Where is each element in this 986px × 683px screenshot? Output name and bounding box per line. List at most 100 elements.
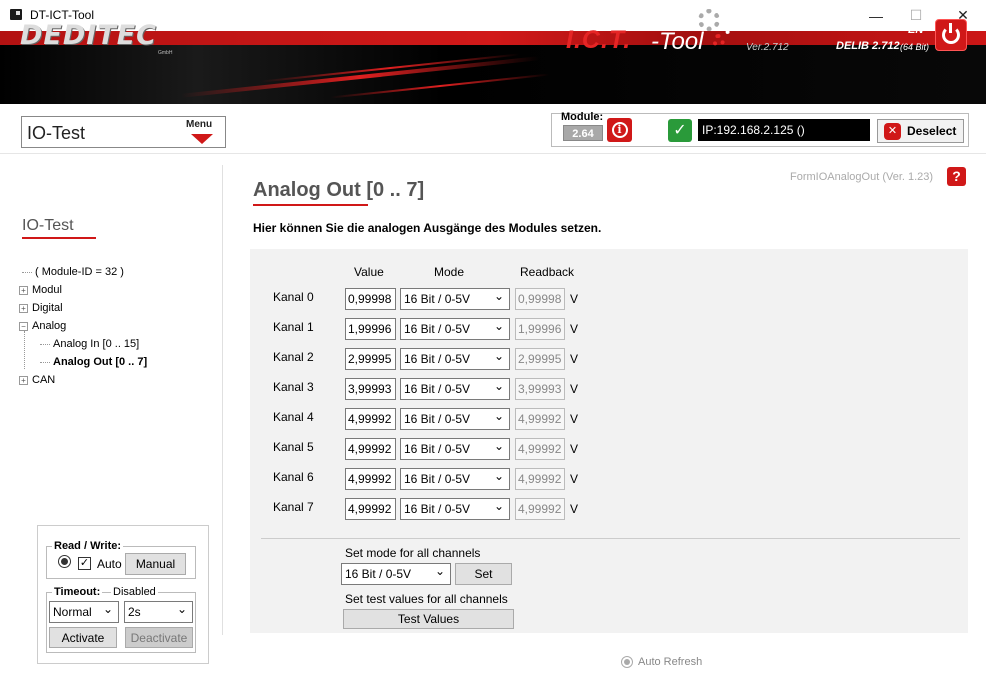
auto-checkbox[interactable]: ✓ [78,557,91,570]
module-info-button[interactable]: i [607,118,632,142]
help-button[interactable]: ? [947,167,966,186]
power-button[interactable] [935,19,967,51]
tree-item-analog[interactable]: − Analog [19,320,66,332]
channel-value-input[interactable]: 0,99998 [345,288,396,310]
gear-icon [720,20,734,34]
page-title-underline [253,204,368,206]
app-icon [10,9,22,20]
tree-item-module-id[interactable]: ( Module-ID = 32 ) [22,266,124,278]
read-write-title: Read / Write: [52,540,124,552]
page-description: Hier können Sie die analogen Ausgänge de… [253,221,602,235]
power-icon [942,23,960,44]
deselect-label: Deselect [907,124,957,138]
banner-streak [260,53,520,83]
app-version: Ver.2.712 [746,42,789,53]
manual-button[interactable]: Manual [125,553,186,575]
channel-readback-field: 4,99992 [515,498,565,520]
tree-item-digital[interactable]: + Digital [19,302,63,314]
gear-icon [712,34,725,47]
ict-logo-text: I.C.T. [566,26,632,54]
tree-item-analog-out[interactable]: Analog Out [0 .. 7] [40,356,147,368]
timeout-title: Timeout: [52,586,103,598]
module-label: Module: [561,111,604,123]
connection-ok-icon: ✓ [668,119,692,142]
delib-bits: (64 Bit) [900,42,930,52]
channel-mode-select[interactable]: 16 Bit / 0-5V [400,318,510,340]
gear-icon [698,9,720,31]
channel-mode-select[interactable]: 16 Bit / 0-5V [400,288,510,310]
channel-unit: V [570,322,579,336]
channel-label: Kanal 7 [273,500,314,514]
channel-unit: V [570,472,579,486]
auto-refresh-radio[interactable] [621,656,633,668]
rw-radio[interactable] [58,555,71,568]
channel-mode-select[interactable]: 16 Bit / 0-5V [400,408,510,430]
logo-gmbh: GmbH [158,50,173,56]
set-button[interactable]: Set [455,563,512,585]
expand-icon[interactable]: + [19,285,28,295]
set-mode-select[interactable]: 16 Bit / 0-5V [341,563,451,585]
channel-readback-field: 0,99998 [515,288,565,310]
channel-mode-select[interactable]: 16 Bit / 0-5V [400,348,510,370]
channel-unit: V [570,442,579,456]
channel-unit: V [570,412,579,426]
timeout-time-select[interactable]: 2s [124,601,193,623]
channel-readback-field: 4,99992 [515,408,565,430]
column-header-value: Value [354,265,384,279]
tree-item-analog-in[interactable]: Analog In [0 .. 15] [40,338,139,350]
page-title: Analog Out [0 .. 7] [253,179,425,201]
channel-unit: V [570,292,579,306]
channel-label: Kanal 5 [273,440,314,454]
tree-item-modul[interactable]: + Modul [19,284,62,296]
column-header-mode: Mode [434,265,465,279]
channel-value-input[interactable]: 1,99996 [345,318,396,340]
channel-value-input[interactable]: 2,99995 [345,348,396,370]
channel-value-input[interactable]: 4,99992 [345,468,396,490]
channel-unit: V [570,502,579,516]
channel-unit: V [570,382,579,396]
activate-button[interactable]: Activate [49,627,117,648]
channel-label: Kanal 4 [273,410,314,424]
info-icon: i [611,122,628,138]
expand-icon[interactable]: + [19,303,28,313]
ip-address-display: IP:192.168.2.125 () [698,119,870,141]
menu-label[interactable]: Menu [186,119,212,130]
channel-mode-select[interactable]: 16 Bit / 0-5V [400,378,510,400]
close-icon: ✕ [884,122,901,140]
column-header-readback: Readback [520,265,575,279]
form-version: FormIOAnalogOut (Ver. 1.23) [790,171,934,183]
channel-readback-field: 4,99992 [515,438,565,460]
channel-readback-field: 4,99992 [515,468,565,490]
channel-mode-select[interactable]: 16 Bit / 0-5V [400,438,510,460]
delib-version: DELIB 2.712 [836,40,900,52]
sidebar-divider [222,165,223,635]
test-values-button[interactable]: Test Values [343,609,514,629]
banner-streak [180,56,540,98]
collapse-icon[interactable]: − [19,321,28,331]
channel-label: Kanal 6 [273,470,314,484]
deactivate-button[interactable]: Deactivate [125,627,193,648]
expand-icon[interactable]: + [19,375,28,385]
channel-label: Kanal 1 [273,320,314,334]
channel-value-input[interactable]: 3,99993 [345,378,396,400]
channel-value-input[interactable]: 4,99992 [345,438,396,460]
channel-unit: V [570,352,579,366]
channel-value-input[interactable]: 4,99992 [345,408,396,430]
channel-label: Kanal 2 [273,350,314,364]
channel-mode-select[interactable]: 16 Bit / 0-5V [400,468,510,490]
tree-line [24,331,25,369]
sidebar-title: IO-Test [22,217,74,234]
auto-refresh-option[interactable]: Auto Refresh [621,656,702,668]
channel-mode-select[interactable]: 16 Bit / 0-5V [400,498,510,520]
channel-readback-field: 1,99996 [515,318,565,340]
timeout-mode-select[interactable]: Normal [49,601,119,623]
deditec-logo: DEDITEC [20,20,157,51]
menu-arrow-icon[interactable] [191,134,213,144]
test-values-label: Set test values for all channels [345,592,508,606]
sidebar-title-underline [22,237,96,239]
channel-readback-field: 3,99993 [515,378,565,400]
language-switch[interactable]: EN [908,24,923,36]
channel-value-input[interactable]: 4,99992 [345,498,396,520]
deselect-button[interactable]: ✕ Deselect [877,119,964,143]
tree-item-can[interactable]: + CAN [19,374,55,386]
